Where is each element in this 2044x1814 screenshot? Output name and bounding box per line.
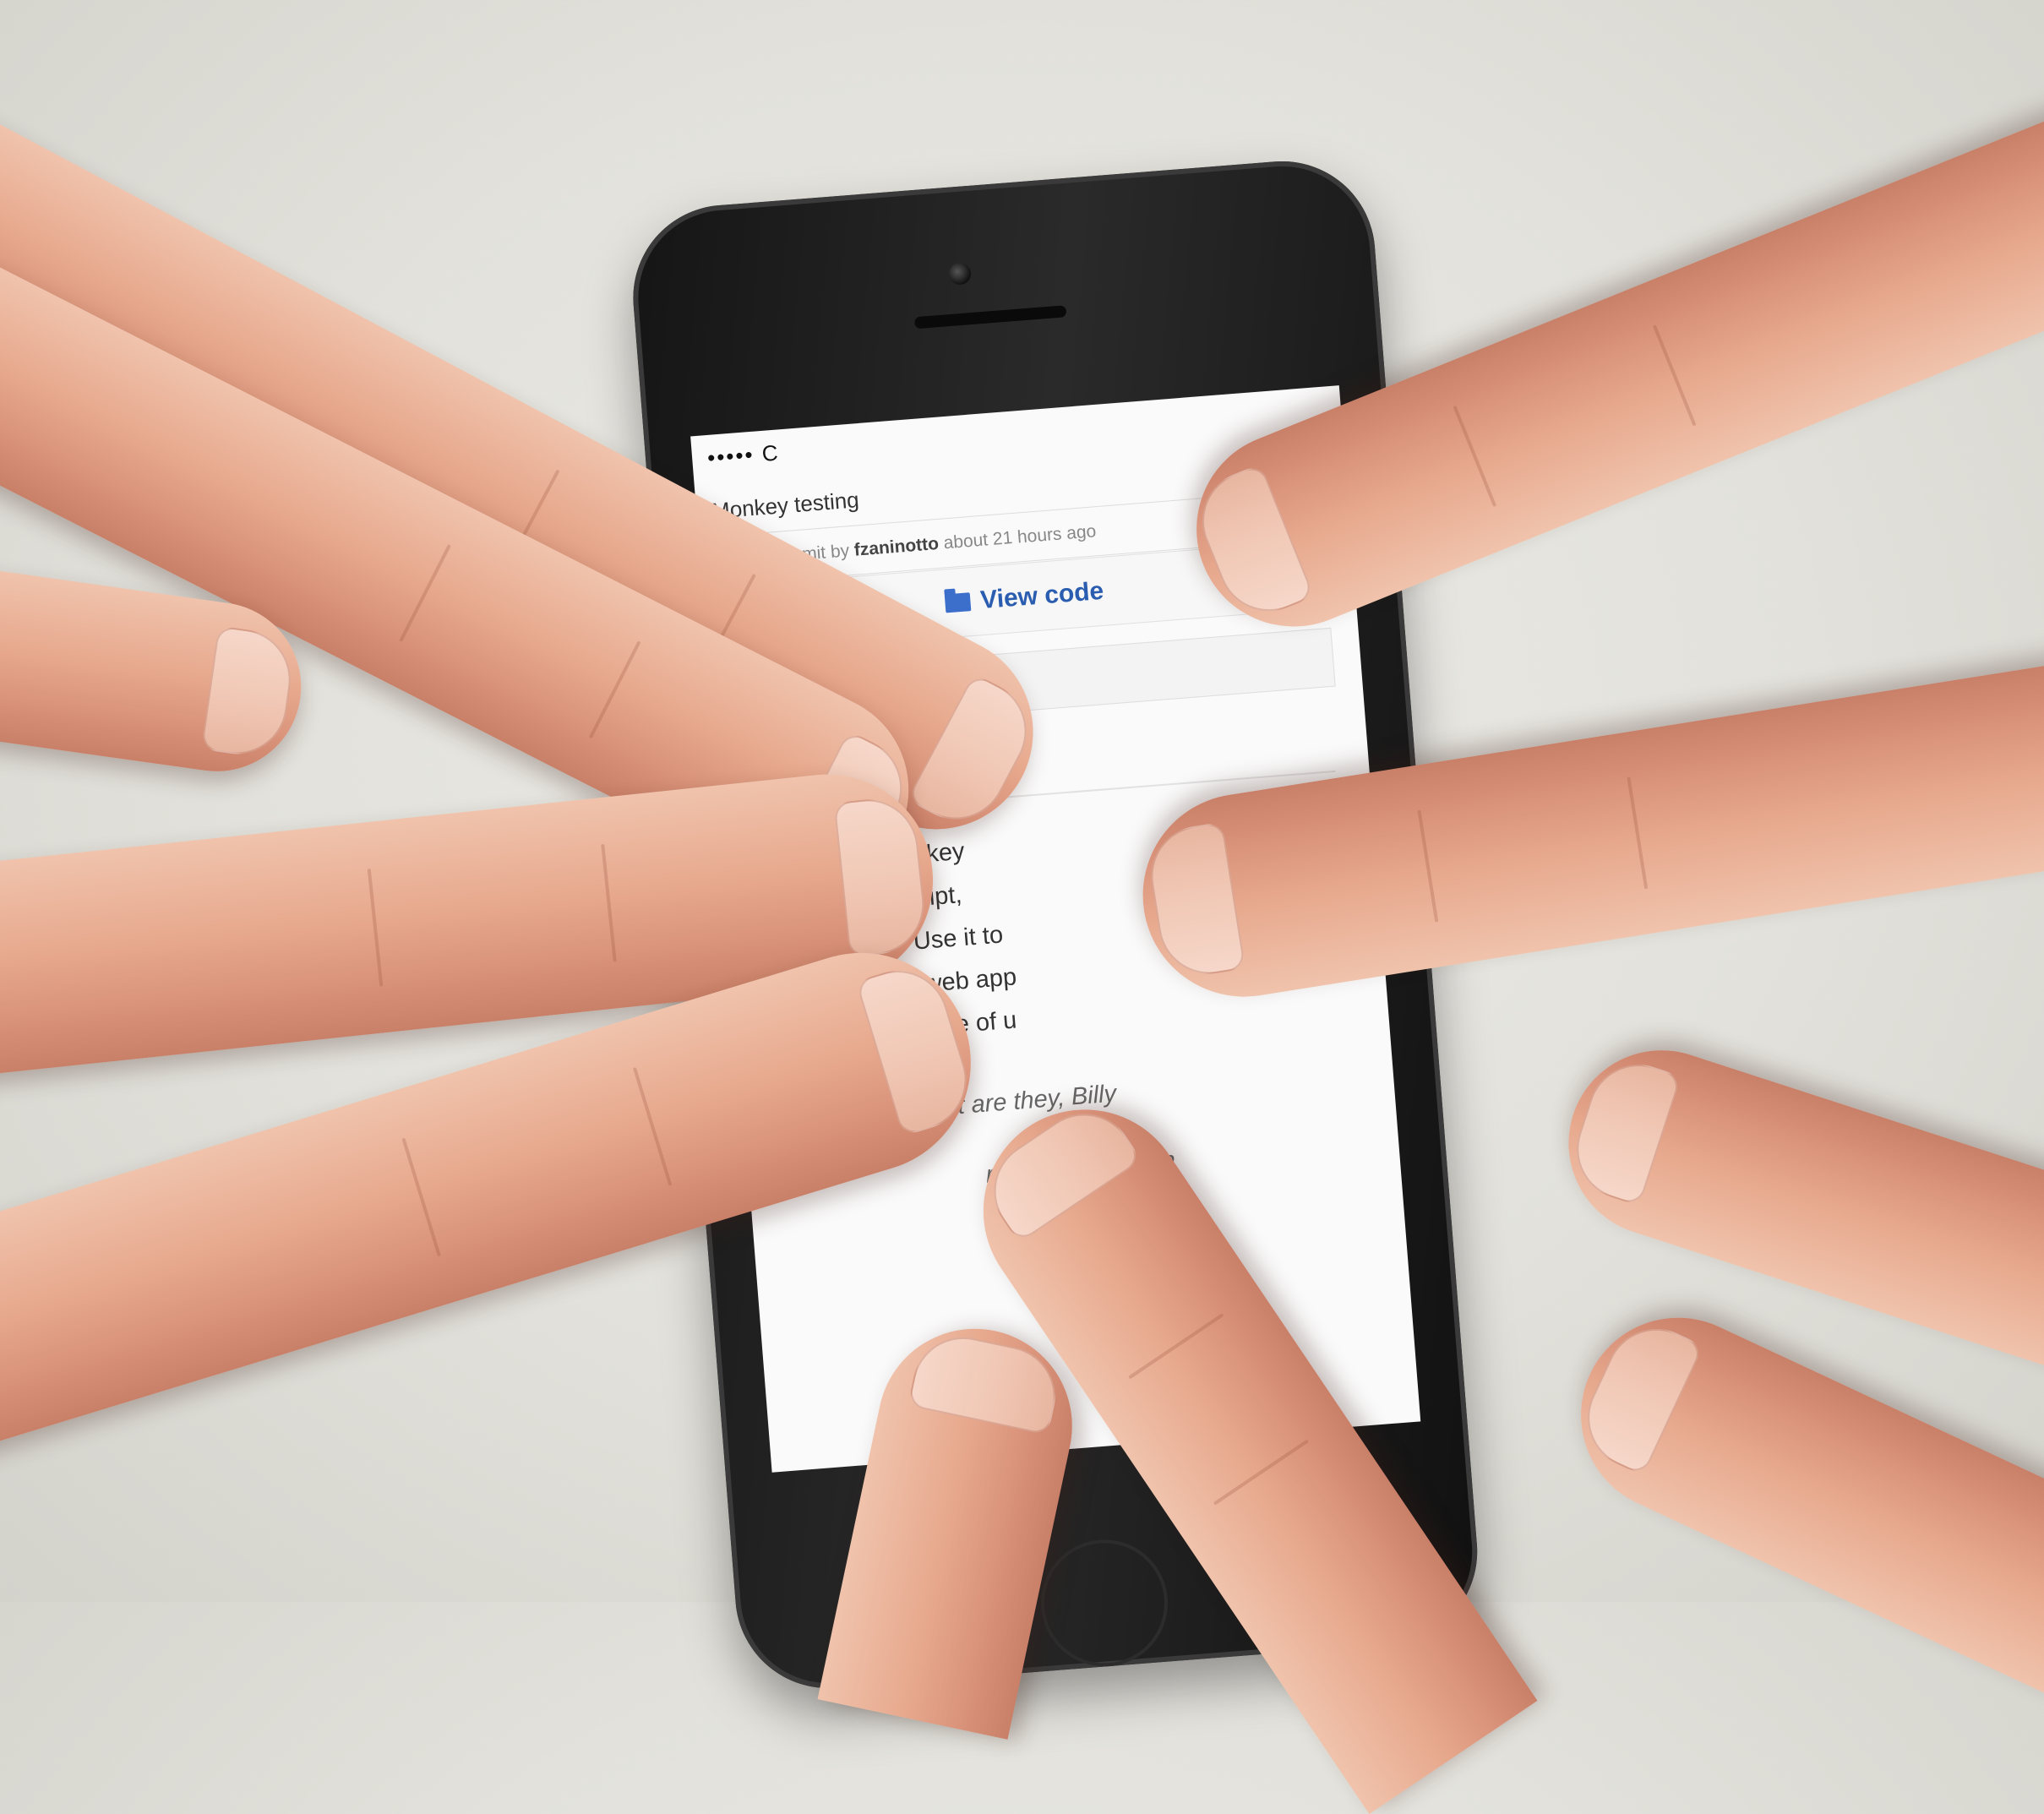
fingernail (1563, 1051, 1682, 1207)
home-button[interactable] (1036, 1534, 1173, 1672)
status-bar: ••••• C (706, 439, 781, 471)
finger-right-low (1544, 1026, 2044, 1373)
commit-time: about 21 hours ago (942, 521, 1098, 553)
commit-author-link[interactable]: fzaninotto (853, 534, 940, 560)
finger-right-bottom (1549, 1285, 2044, 1698)
photo-scene: ••••• C Monkey testing Latest commit by … (0, 0, 2044, 1814)
view-code-label: View code (979, 576, 1105, 615)
fingernail (200, 625, 297, 761)
earpiece-speaker (913, 305, 1067, 330)
front-camera (948, 261, 972, 286)
fingernail (1571, 1312, 1704, 1476)
folder-icon (944, 592, 972, 613)
